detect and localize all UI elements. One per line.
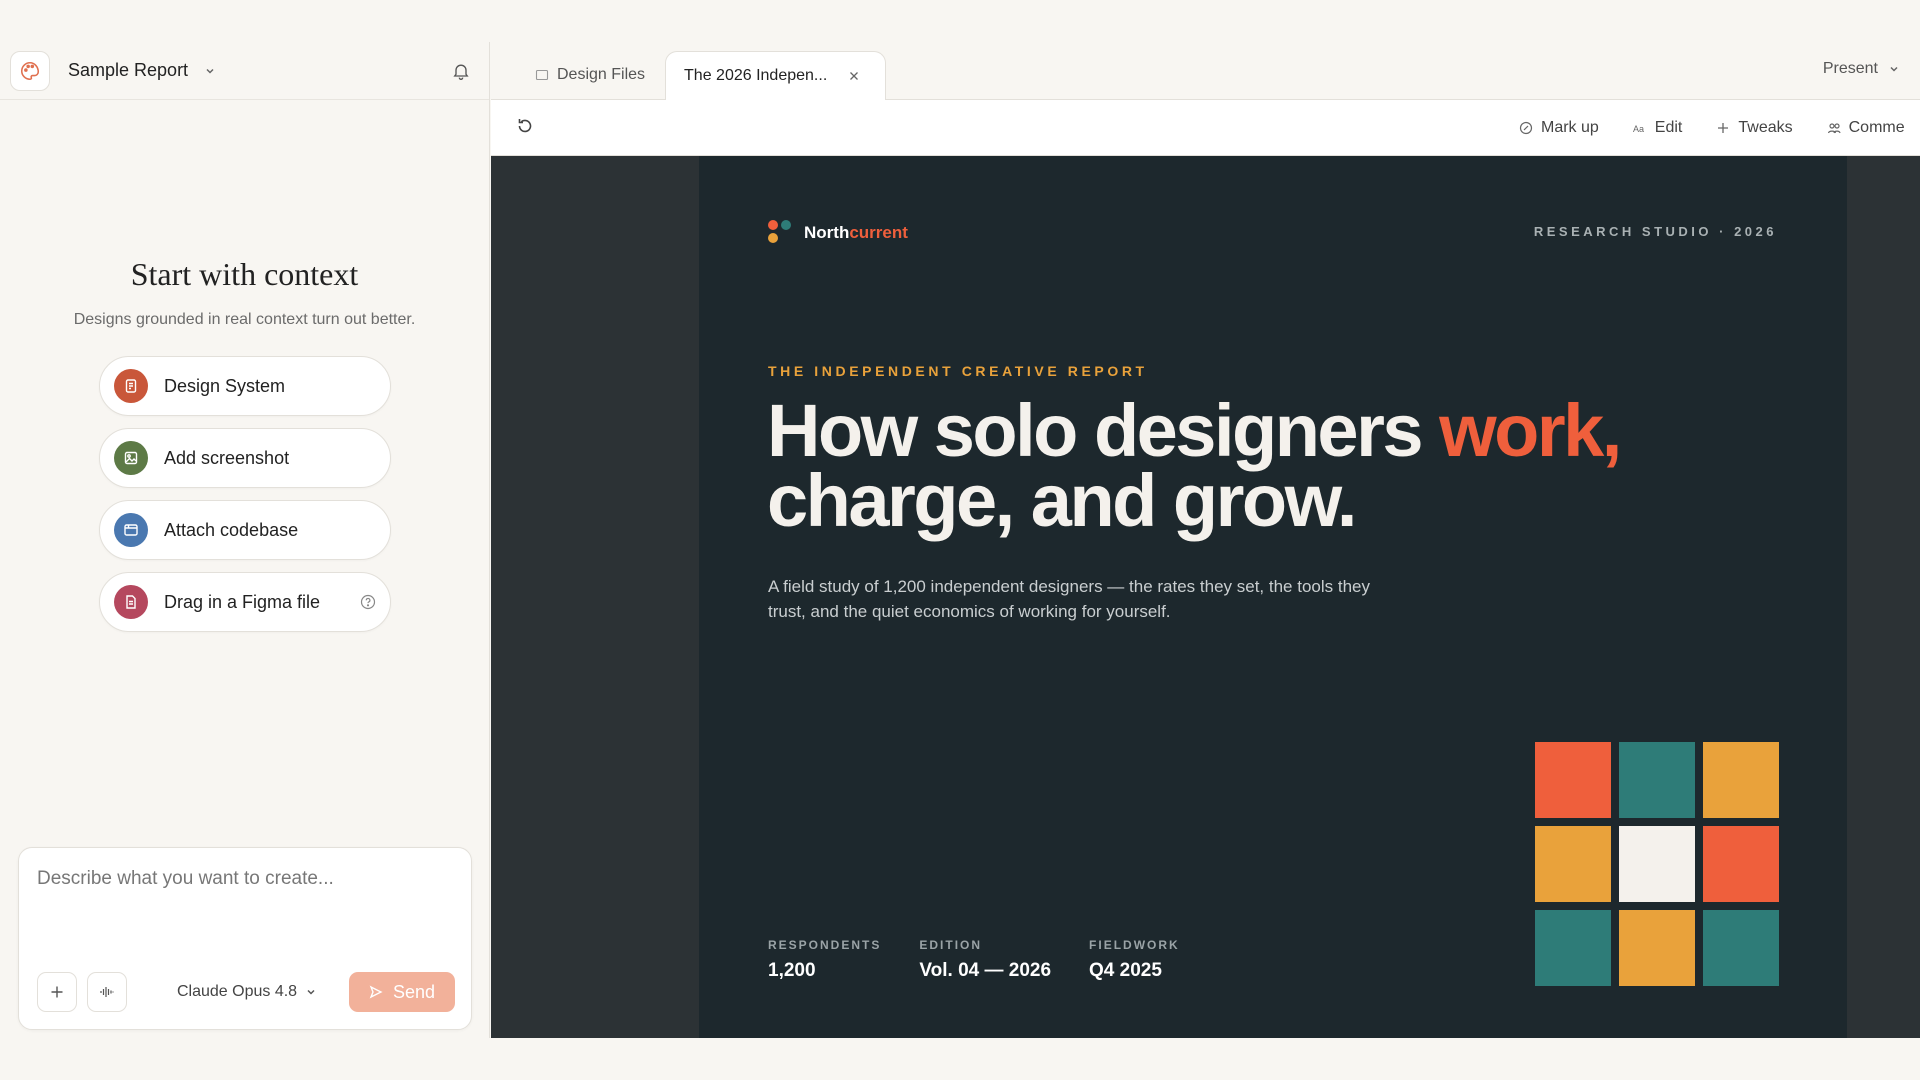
tab-report[interactable]: The 2026 Indepen... xyxy=(665,51,887,100)
color-grid-artwork xyxy=(1535,742,1779,986)
design-system-button[interactable]: Design System xyxy=(99,356,391,416)
context-title: Start with context xyxy=(130,256,359,292)
prompt-input[interactable] xyxy=(37,868,447,890)
chevron-down-icon xyxy=(1890,66,1898,72)
tab-bar: Design Files The 2026 Indepen... Present xyxy=(491,42,1920,100)
ctx-label: Drag in a Figma file xyxy=(164,591,321,612)
svg-text:Aa: Aa xyxy=(1633,124,1644,134)
report-stats: RESPONDENTS 1,200 EDITION Vol. 04 — 2026… xyxy=(768,938,1218,982)
comments-button[interactable]: Comme xyxy=(1827,119,1905,137)
model-selector[interactable]: Claude Opus 4.8 xyxy=(177,972,317,1012)
tweaks-button[interactable]: Tweaks xyxy=(1716,119,1793,137)
stat-label: RESPONDENTS xyxy=(768,938,882,952)
add-screenshot-button[interactable]: Add screenshot xyxy=(99,428,391,488)
grid-tile xyxy=(1703,910,1779,986)
report-lede: A field study of 1,200 independent desig… xyxy=(768,577,1370,621)
edit-button[interactable]: Aa Edit xyxy=(1633,119,1683,137)
add-attachment-button[interactable] xyxy=(37,972,77,1012)
stat-edition: EDITION Vol. 04 — 2026 xyxy=(919,938,1051,982)
grid-tile xyxy=(1703,826,1779,902)
grid-tile xyxy=(1703,742,1779,818)
stat-value: 1,200 xyxy=(768,960,816,981)
figma-file-icon xyxy=(114,585,148,619)
stat-label: EDITION xyxy=(919,938,983,952)
grid-tile xyxy=(1619,742,1695,818)
present-label: Present xyxy=(1822,60,1878,77)
stat-label: FIELDWORK xyxy=(1089,938,1180,952)
brand-name: Northcurrent xyxy=(804,223,908,242)
users-icon xyxy=(1827,123,1841,134)
context-subtitle: Designs grounded in real context turn ou… xyxy=(73,311,416,328)
bottom-strip xyxy=(0,1038,1920,1080)
codebase-icon xyxy=(114,513,148,547)
context-options: Design System Add screenshot Attach code… xyxy=(99,356,391,632)
design-system-icon xyxy=(114,369,148,403)
ctx-label: Design System xyxy=(164,375,286,396)
edit-label: Edit xyxy=(1654,119,1683,136)
send-button[interactable]: Send xyxy=(349,972,455,1012)
project-header: Sample Report xyxy=(0,42,489,100)
stat-respondents: RESPONDENTS 1,200 xyxy=(768,938,881,982)
brand-logo: Northcurrent xyxy=(768,220,908,246)
reload-icon[interactable] xyxy=(515,116,535,136)
image-icon xyxy=(114,441,148,475)
tab-design-files[interactable]: Design Files xyxy=(525,51,655,99)
grid-tile xyxy=(1619,910,1695,986)
chevron-down-icon[interactable] xyxy=(204,65,216,77)
close-icon[interactable] xyxy=(849,71,867,81)
text-edit-icon: Aa xyxy=(1633,124,1644,134)
preview-toolbar: Mark up Aa Edit Tweaks Comme xyxy=(491,100,1920,156)
report-kicker: THE INDEPENDENT CREATIVE REPORT xyxy=(768,363,1148,379)
report-headline: How solo designers work, charge, and grow… xyxy=(767,389,1622,542)
prompt-composer: Claude Opus 4.8 Send xyxy=(18,847,472,1030)
report-cover-slide: Northcurrent RESEARCH STUDIO · 2026 THE … xyxy=(699,156,1847,1038)
palette-icon[interactable] xyxy=(10,50,50,91)
preview-panel: Design Files The 2026 Indepen... Present… xyxy=(491,42,1920,1038)
present-button[interactable]: Present xyxy=(1823,60,1900,78)
chevron-down-icon xyxy=(307,989,315,995)
tab-label: The 2026 Indepen... xyxy=(684,67,828,84)
folder-icon xyxy=(535,69,549,81)
voice-input-button[interactable] xyxy=(87,972,127,1012)
tab-label: Design Files xyxy=(557,66,646,83)
ctx-label: Attach codebase xyxy=(164,519,299,540)
send-icon xyxy=(369,985,383,999)
send-label: Send xyxy=(392,981,436,1002)
notification-bell-icon[interactable] xyxy=(451,61,471,81)
studio-label: RESEARCH STUDIO · 2026 xyxy=(1533,224,1777,239)
stat-value: Vol. 04 — 2026 xyxy=(919,960,1052,981)
attach-codebase-button[interactable]: Attach codebase xyxy=(99,500,391,560)
model-name: Claude Opus 4.8 xyxy=(177,983,298,1000)
preview-canvas: Northcurrent RESEARCH STUDIO · 2026 THE … xyxy=(491,156,1920,1038)
help-icon[interactable] xyxy=(360,594,376,610)
grid-tile xyxy=(1535,910,1611,986)
markup-icon xyxy=(1519,121,1533,135)
ctx-label: Add screenshot xyxy=(164,447,290,468)
toolbar-actions: Mark up Aa Edit Tweaks Comme xyxy=(1519,100,1920,156)
grid-tile xyxy=(1535,742,1611,818)
tweaks-label: Tweaks xyxy=(1738,119,1793,136)
figma-file-button[interactable]: Drag in a Figma file xyxy=(99,572,391,632)
chat-panel: Sample Report Start with context Designs… xyxy=(0,42,490,1038)
markup-button[interactable]: Mark up xyxy=(1519,119,1599,137)
context-intro: Start with context Designs grounded in r… xyxy=(0,256,489,332)
comments-label: Comme xyxy=(1848,119,1905,136)
stat-fieldwork: FIELDWORK Q4 2025 xyxy=(1089,938,1180,982)
brand-dots-icon xyxy=(768,220,794,246)
grid-tile xyxy=(1619,826,1695,902)
project-title[interactable]: Sample Report xyxy=(68,60,188,81)
grid-tile xyxy=(1535,826,1611,902)
markup-label: Mark up xyxy=(1541,119,1599,136)
stat-value: Q4 2025 xyxy=(1089,960,1162,981)
plus-icon xyxy=(1718,123,1729,133)
